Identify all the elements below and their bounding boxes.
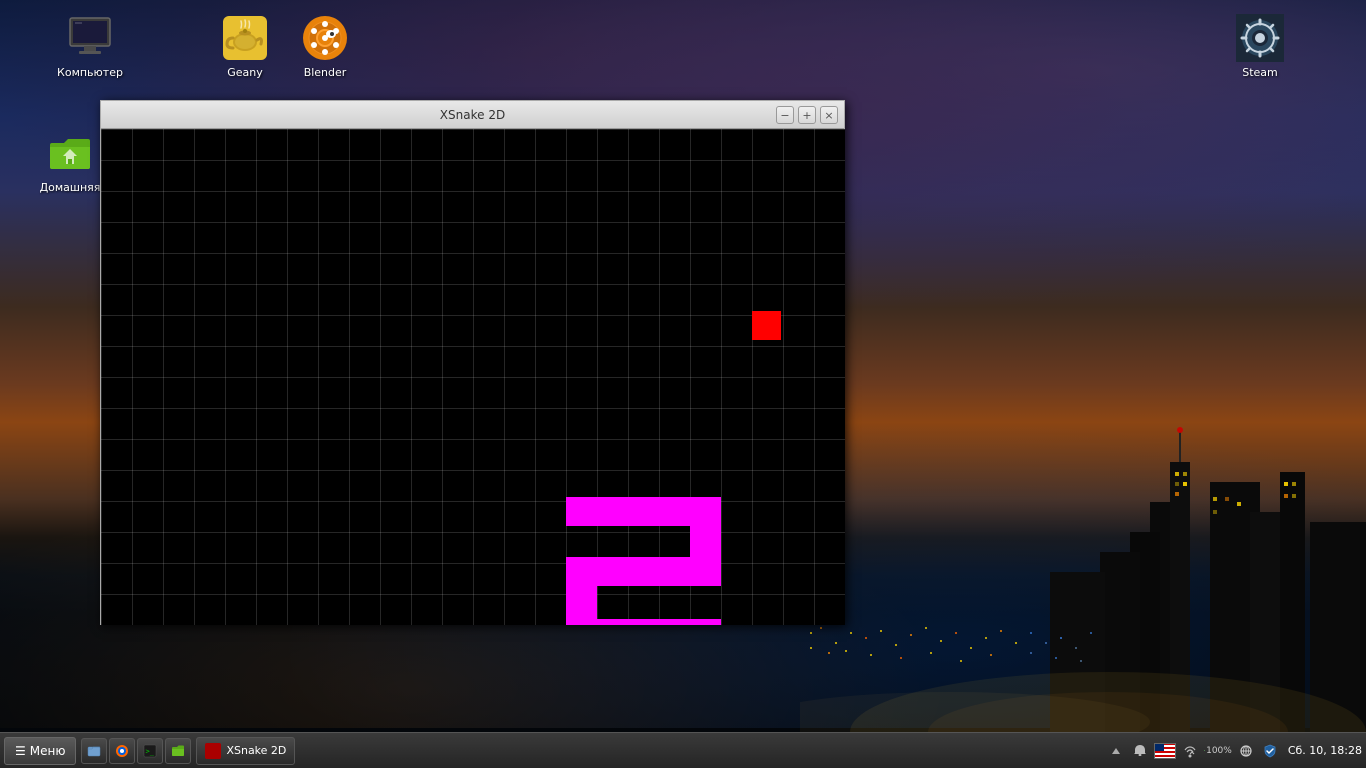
svg-text:>_: >_	[146, 747, 155, 755]
desktop-icon-steam[interactable]: Steam	[1220, 10, 1300, 84]
computer-icon-label: Компьютер	[57, 66, 123, 80]
taskbar-apps: XSnake 2D	[196, 737, 1103, 765]
tray-network-manager[interactable]	[1236, 741, 1256, 761]
computer-icon	[66, 14, 114, 62]
desktop-icon-computer[interactable]: Компьютер	[50, 10, 130, 84]
taskbar-xsnake-btn[interactable]: XSnake 2D	[196, 737, 295, 765]
desktop-icon-home[interactable]: Домашняя	[30, 125, 110, 199]
tray-network-lang[interactable]	[1154, 743, 1176, 759]
food-item	[752, 311, 781, 340]
window-controls: − + ×	[772, 106, 838, 124]
snake-body-bottom	[566, 619, 721, 625]
xsnake-taskbar-label: XSnake 2D	[226, 744, 286, 757]
desktop-icon-blender[interactable]: Blender	[285, 10, 365, 84]
tray-security[interactable]	[1260, 741, 1280, 761]
taskbar-clock[interactable]: Сб. 10, 18:28	[1288, 744, 1362, 757]
desktop-icon-geany[interactable]: Geany	[205, 10, 285, 84]
steam-icon	[1236, 14, 1284, 62]
snake-body-right-vert	[690, 526, 721, 557]
tray-expand[interactable]	[1106, 741, 1126, 761]
xsnake-window: XSnake 2D − + ×	[100, 100, 845, 625]
steam-icon-label: Steam	[1242, 66, 1278, 80]
menu-label: Меню	[30, 744, 66, 758]
window-close[interactable]: ×	[820, 106, 838, 124]
home-folder-icon	[46, 129, 94, 177]
menu-icon: ☰	[15, 744, 26, 758]
tray-notification[interactable]	[1130, 741, 1150, 761]
game-canvas	[101, 129, 845, 625]
desktop: Компьютер Geany	[0, 0, 1366, 768]
quicklaunch-filemanager[interactable]	[81, 738, 107, 764]
tray-wifi[interactable]	[1180, 741, 1200, 761]
geany-icon-label: Geany	[227, 66, 263, 80]
system-tray: 100% Сб. 10, 18:28	[1104, 741, 1362, 761]
blender-icon-label: Blender	[304, 66, 347, 80]
geany-icon	[221, 14, 269, 62]
game-grid	[101, 129, 845, 625]
taskbar-menu-button[interactable]: ☰ Меню	[4, 737, 76, 765]
snake-body-left-vert	[566, 557, 597, 619]
window-minimize[interactable]: −	[776, 106, 794, 124]
taskbar: ☰ Меню >_	[0, 732, 1366, 768]
quicklaunch-terminal[interactable]: >_	[137, 738, 163, 764]
window-maximize[interactable]: +	[798, 106, 816, 124]
window-title: XSnake 2D	[109, 108, 836, 122]
home-icon-label: Домашняя	[40, 181, 101, 195]
tray-battery[interactable]: 100%	[1204, 741, 1232, 761]
battery-percent: 100%	[1206, 746, 1232, 756]
quicklaunch-firefox[interactable]	[109, 738, 135, 764]
blender-icon	[301, 14, 349, 62]
window-titlebar[interactable]: XSnake 2D − + ×	[101, 101, 844, 129]
quicklaunch-thunar[interactable]	[165, 738, 191, 764]
snake-body-top	[566, 497, 721, 526]
xsnake-taskbar-icon	[205, 743, 221, 759]
